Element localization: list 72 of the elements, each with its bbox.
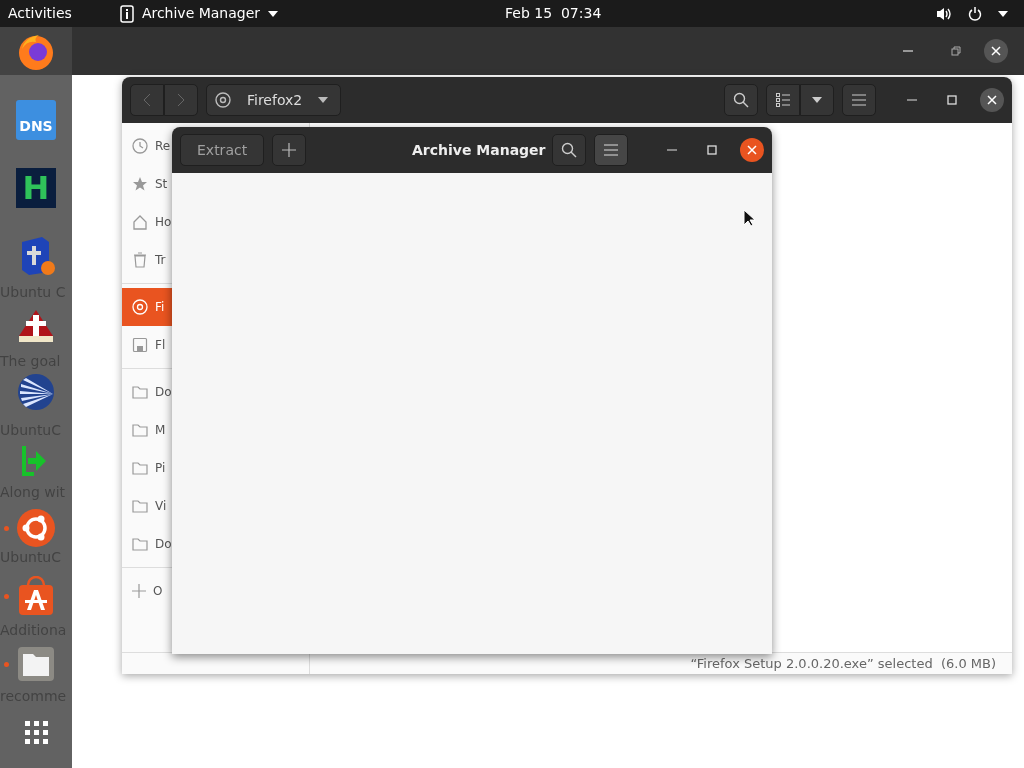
star-icon (132, 176, 148, 192)
drive-icon (132, 337, 148, 353)
status-text: “Firefox Setup 2.0.0.20.exe” selected (6.0 MB) (690, 654, 996, 673)
sidebar-item[interactable]: M (122, 411, 172, 449)
menu-icon (852, 94, 866, 106)
search-button[interactable] (724, 84, 758, 116)
add-button[interactable] (272, 134, 307, 166)
list-icon (776, 93, 790, 107)
sidebar-item[interactable]: Pi (122, 449, 172, 487)
folder-icon (132, 499, 148, 513)
plus-icon (132, 584, 146, 598)
close-button[interactable] (740, 138, 764, 162)
sidebar-item[interactable]: Do (122, 373, 172, 411)
caret-icon[interactable] (998, 10, 1008, 17)
menu-button[interactable] (842, 84, 876, 116)
view-options-button[interactable] (800, 84, 834, 116)
fox-globe-icon[interactable] (16, 32, 56, 72)
sidebar-item[interactable]: Ho (122, 203, 172, 241)
fan-sphere-icon[interactable] (16, 372, 56, 412)
trash-icon (132, 252, 148, 268)
restore-icon (951, 46, 961, 56)
back-icon (143, 93, 151, 107)
close-button[interactable] (984, 39, 1008, 63)
minimize-icon (907, 99, 917, 101)
sidebar-item[interactable]: Fi (122, 288, 172, 326)
power-icon[interactable] (968, 6, 982, 21)
maximize-icon (707, 145, 717, 155)
plus-icon (282, 143, 297, 157)
sidebar-item[interactable]: St (122, 165, 172, 203)
software-store-icon[interactable] (16, 576, 56, 616)
menu-icon (604, 144, 618, 156)
clock-icon (132, 138, 148, 154)
search-icon (561, 142, 577, 158)
sidebar-item[interactable]: Do (122, 525, 172, 563)
minimize-icon (667, 149, 677, 151)
folder-icon (132, 385, 148, 399)
sidebar-item[interactable]: Vi (122, 487, 172, 525)
sidebar-item[interactable]: Fl (122, 326, 172, 364)
disc-icon (215, 92, 231, 108)
folder-icon (132, 461, 148, 475)
folder-icon (132, 423, 148, 437)
close-icon (991, 46, 1001, 56)
close-icon (987, 95, 997, 105)
list-view-button[interactable] (766, 84, 800, 116)
search-button[interactable] (552, 134, 586, 166)
volume-icon[interactable] (936, 6, 952, 21)
sidebar-item[interactable]: O (122, 572, 172, 610)
h-app-icon[interactable]: H (16, 168, 56, 208)
pointer-icon (743, 209, 755, 227)
folder-icon (132, 537, 148, 551)
window-title: Archive Manager (412, 140, 546, 160)
ubuntu-logo-icon[interactable] (16, 508, 56, 548)
menu-button[interactable] (594, 134, 628, 166)
home-icon (132, 214, 148, 230)
close-icon (747, 145, 757, 155)
clock[interactable]: Feb 15 07:34 (505, 3, 602, 24)
sidebar-item[interactable]: Tr (122, 241, 172, 279)
close-button[interactable] (980, 88, 1004, 112)
location-button[interactable]: Firefox2 (206, 84, 342, 116)
app-menu[interactable]: Archive Manager (119, 3, 279, 24)
caret-icon (812, 97, 822, 103)
minimize-icon (903, 50, 913, 52)
sidebar-item[interactable]: Re (122, 127, 172, 165)
disc-icon (132, 299, 148, 315)
caret-icon (268, 10, 279, 17)
search-icon (733, 92, 749, 108)
info-icon (119, 4, 134, 23)
activities-button[interactable]: Activities (0, 3, 80, 24)
forward-icon (177, 93, 185, 107)
caret-icon (318, 97, 329, 103)
maximize-icon (947, 95, 957, 105)
files-folder-icon[interactable] (16, 644, 56, 684)
